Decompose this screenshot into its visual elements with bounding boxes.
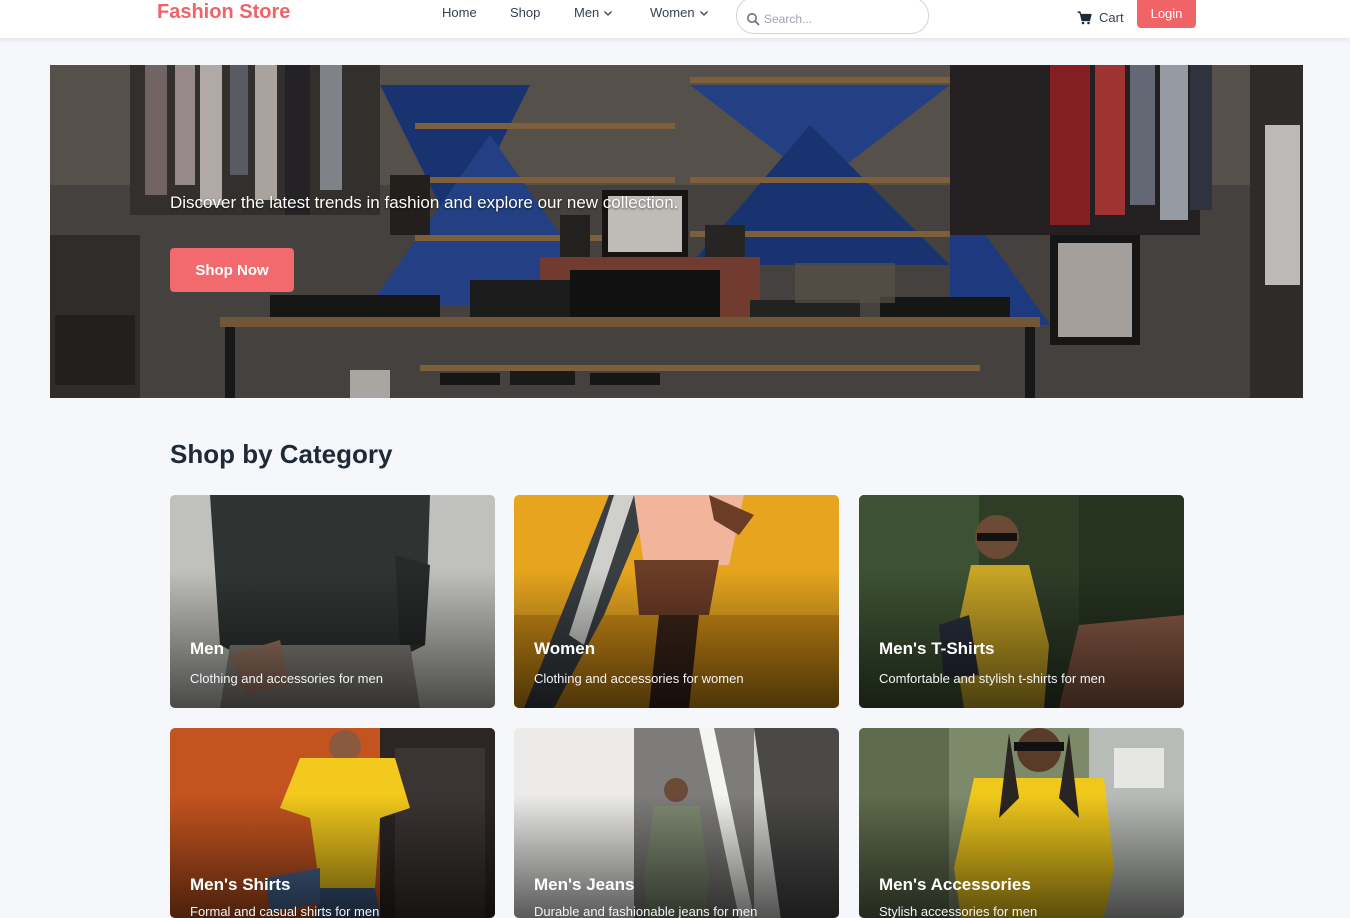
cart-icon (1077, 10, 1092, 24)
search-box (736, 0, 929, 34)
category-title: Men (190, 639, 224, 658)
category-title: Men's T-Shirts (879, 639, 995, 658)
nav-home[interactable]: Home (442, 5, 477, 20)
category-card-mens-jeans[interactable]: Men's Jeans Durable and fashionable jean… (514, 728, 839, 918)
hero-banner: Discover the latest trends in fashion an… (50, 65, 1303, 398)
nav-men-label: Men (574, 5, 600, 20)
category-description: Formal and casual shirts for men (190, 904, 380, 918)
category-card-men[interactable]: Men Clothing and accessories for men (170, 495, 495, 708)
site-header: Fashion Store Home Shop Men Women Search… (0, 0, 1350, 38)
nav-women-dropdown[interactable]: Women (650, 5, 709, 20)
search-icon (747, 13, 760, 26)
category-description: Comfortable and stylish t-shirts for men (879, 671, 1106, 686)
category-description: Durable and fashionable jeans for men (534, 904, 758, 918)
search-input[interactable] (764, 10, 914, 28)
category-title: Men's Accessories (879, 875, 1031, 894)
category-title: Women (534, 639, 596, 658)
chevron-down-icon (699, 10, 708, 16)
hero-tagline: Discover the latest trends in fashion an… (170, 193, 679, 212)
category-title: Men's Shirts (190, 875, 291, 894)
category-description: Clothing and accessories for men (190, 671, 383, 686)
category-card-mens-accessories[interactable]: Men's Accessories Stylish accessories fo… (859, 728, 1184, 918)
nav-shop[interactable]: Shop (510, 5, 540, 20)
category-description: Stylish accessories for men (879, 904, 1038, 918)
nav-home-label: Home (442, 5, 477, 20)
cart-link[interactable]: Cart (1077, 10, 1124, 25)
category-card-mens-tshirts[interactable]: Men's T-Shirts Comfortable and stylish t… (859, 495, 1184, 708)
nav-men-dropdown[interactable]: Men (574, 5, 613, 20)
nav-women-label: Women (650, 5, 695, 20)
category-title: Men's Jeans (534, 875, 635, 894)
login-button[interactable]: Login (1137, 0, 1196, 28)
category-section-title: Shop by Category (170, 439, 393, 469)
chevron-down-icon (604, 10, 613, 16)
cart-label: Cart (1099, 10, 1124, 25)
category-card-women[interactable]: Women Clothing and accessories for women (514, 495, 839, 708)
category-card-mens-shirts[interactable]: Men's Shirts Formal and casual shirts fo… (170, 728, 495, 918)
category-description: Clothing and accessories for women (534, 671, 744, 686)
shop-now-button[interactable]: Shop Now (170, 248, 294, 292)
nav-shop-label: Shop (510, 5, 541, 20)
hero-store-image (50, 65, 1303, 398)
